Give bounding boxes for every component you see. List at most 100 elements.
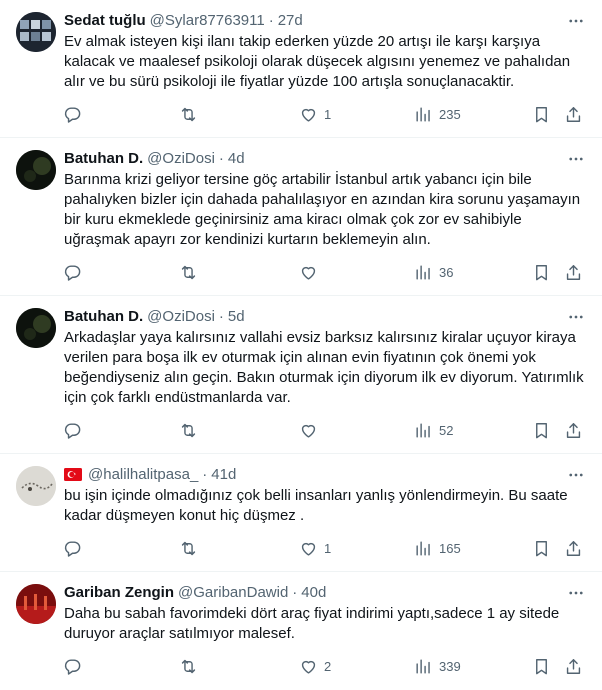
views-button[interactable]: 339 [414, 657, 461, 676]
view-count: 52 [439, 422, 454, 438]
more-icon [569, 473, 583, 477]
timestamp[interactable]: 4d [228, 150, 245, 167]
reply-icon [64, 106, 81, 123]
share-button[interactable] [564, 421, 583, 440]
username[interactable]: @OziDosi [147, 150, 215, 167]
repost-icon [181, 659, 196, 673]
reply-button[interactable] [63, 421, 82, 440]
more-icon [569, 157, 583, 161]
timestamp[interactable]: 27d [278, 12, 303, 29]
views-button[interactable]: 36 [414, 263, 453, 282]
more-options-button[interactable] [566, 465, 586, 485]
more-options-button[interactable] [566, 11, 586, 31]
username[interactable]: @halilhalitpasa_ [88, 466, 198, 483]
more-icon [569, 591, 583, 595]
share-icon [566, 422, 581, 438]
username[interactable]: @OziDosi [147, 308, 215, 325]
like-button[interactable] [299, 421, 324, 440]
share-button[interactable] [564, 657, 583, 676]
share-button[interactable] [564, 105, 583, 124]
display-name[interactable]: Batuhan D. [64, 308, 143, 325]
tweet[interactable]: Batuhan D. @OziDosi · 4d Barınma krizi g… [0, 138, 602, 296]
display-name[interactable]: Gariban Zengin [64, 584, 174, 601]
bookmark-button[interactable] [532, 657, 551, 676]
timestamp[interactable]: 5d [228, 308, 245, 325]
avatar[interactable] [16, 584, 56, 624]
repost-button[interactable] [179, 105, 198, 124]
separator-dot: · [268, 11, 274, 29]
views-icon [416, 422, 430, 438]
action-bar: 52 [64, 412, 586, 448]
reply-icon [64, 540, 81, 557]
tweet[interactable]: @halilhalitpasa_ · 41d bu işin içinde ol… [0, 454, 602, 572]
username[interactable]: @Sylar87763911 [150, 12, 265, 29]
tweet-text: Arkadaşlar yaya kalırsınız vallahi evsiz… [64, 329, 584, 406]
views-icon [416, 264, 430, 280]
like-button[interactable]: 2 [299, 657, 331, 676]
username[interactable]: @GaribanDawid [178, 584, 288, 601]
reply-icon [64, 658, 81, 675]
separator-dot: · [292, 583, 298, 601]
views-button[interactable]: 235 [414, 105, 461, 124]
reply-icon [64, 422, 81, 439]
more-icon [569, 19, 583, 23]
bookmark-button[interactable] [532, 539, 551, 558]
like-button[interactable] [299, 263, 324, 282]
heart-icon [301, 424, 316, 438]
repost-button[interactable] [179, 539, 198, 558]
avatar[interactable] [16, 308, 56, 348]
tweet-text: Ev almak isteyen kişi ilanı takip ederke… [64, 33, 571, 90]
like-button[interactable]: 1 [299, 105, 331, 124]
reply-button[interactable] [63, 263, 82, 282]
view-count: 36 [439, 264, 454, 280]
tweet[interactable]: Sedat tuğlu @Sylar87763911 · 27d Ev alma… [0, 0, 602, 138]
display-name[interactable]: Batuhan D. [64, 150, 143, 167]
like-count: 1 [324, 540, 332, 556]
tweet-text: Barınma krizi geliyor tersine göç artabi… [64, 171, 581, 248]
bookmark-icon [536, 658, 547, 674]
reply-button[interactable] [63, 539, 82, 558]
heart-icon [301, 108, 316, 122]
bookmark-icon [536, 264, 547, 280]
bookmark-button[interactable] [532, 105, 551, 124]
more-options-button[interactable] [566, 149, 586, 169]
repost-button[interactable] [179, 263, 198, 282]
more-options-button[interactable] [566, 583, 586, 603]
reply-button[interactable] [63, 105, 82, 124]
avatar[interactable] [16, 466, 56, 506]
display-name[interactable]: Sedat tuğlu [64, 12, 146, 29]
bookmark-button[interactable] [532, 263, 551, 282]
heart-icon [301, 266, 316, 280]
share-button[interactable] [564, 539, 583, 558]
timestamp[interactable]: 40d [301, 584, 326, 601]
bookmark-icon [536, 422, 547, 438]
action-bar: 2 339 [64, 648, 586, 684]
more-options-button[interactable] [566, 307, 586, 327]
tweet-header: Sedat tuğlu @Sylar87763911 · 27d [64, 10, 586, 30]
views-button[interactable]: 165 [414, 539, 461, 558]
views-button[interactable]: 52 [414, 421, 453, 440]
more-icon [569, 315, 583, 319]
reply-button[interactable] [63, 657, 82, 676]
repost-icon [181, 541, 196, 555]
tweet-header: Batuhan D. @OziDosi · 4d [64, 148, 586, 168]
action-bar: 1 235 [64, 96, 586, 132]
tweet-header: @halilhalitpasa_ · 41d [64, 464, 586, 484]
tweet-header: Batuhan D. @OziDosi · 5d [64, 306, 586, 326]
tweet[interactable]: Gariban Zengin @GaribanDawid · 40d Daha … [0, 572, 602, 690]
avatar[interactable] [16, 150, 56, 190]
action-bar: 36 [64, 254, 586, 290]
share-button[interactable] [564, 263, 583, 282]
bookmark-button[interactable] [532, 421, 551, 440]
bookmark-icon [536, 106, 547, 122]
tweet-text: bu işin içinde olmadığınız çok belli ins… [64, 487, 568, 524]
repost-button[interactable] [179, 421, 198, 440]
share-icon [566, 540, 581, 556]
share-icon [566, 658, 581, 674]
view-count: 235 [439, 106, 461, 122]
like-button[interactable]: 1 [299, 539, 331, 558]
avatar[interactable] [16, 12, 56, 52]
tweet[interactable]: Batuhan D. @OziDosi · 5d Arkadaşlar yaya… [0, 296, 602, 454]
timestamp[interactable]: 41d [211, 466, 236, 483]
repost-button[interactable] [179, 657, 198, 676]
